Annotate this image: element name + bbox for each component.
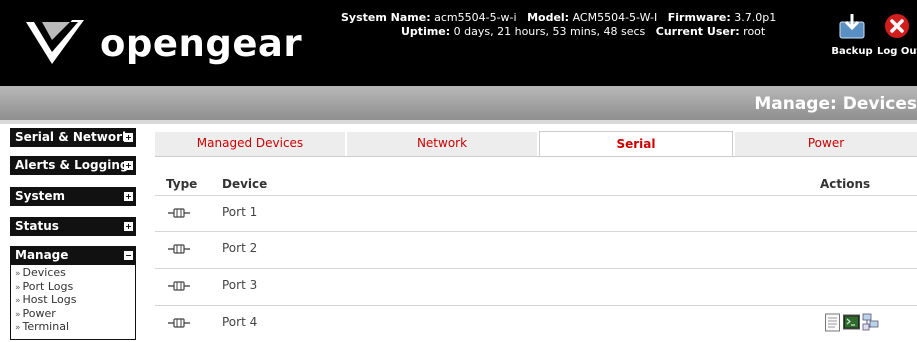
- column-header-actions: Actions: [820, 177, 871, 191]
- sidebar-section-label: Serial & Network: [15, 130, 130, 144]
- logout-label: Log Out: [877, 46, 917, 57]
- sidebar-section-manage[interactable]: Manage −: [10, 246, 136, 265]
- row-divider: [155, 195, 917, 196]
- expand-icon[interactable]: +: [124, 192, 133, 201]
- sidebar-section-label: Status: [15, 219, 59, 233]
- device-name[interactable]: Port 1: [222, 205, 257, 219]
- sidebar-item-label: Power: [22, 306, 56, 320]
- sidebar-item-power[interactable]: » Power: [15, 306, 135, 322]
- sidebar-item-label: Devices: [22, 266, 66, 279]
- bullet-icon: »: [15, 269, 21, 279]
- backup-button[interactable]: Backup: [829, 12, 875, 57]
- title-bar: Manage: Devices: [0, 86, 917, 120]
- firmware-label: Firmware:: [667, 11, 731, 24]
- system-info-line-2: Uptime: 0 days, 21 hours, 53 mins, 48 se…: [401, 25, 765, 39]
- sidebar-item-host-logs[interactable]: » Host Logs: [15, 293, 135, 308]
- sidebar-item-label: Port Logs: [22, 279, 74, 293]
- network-computers-icon[interactable]: [862, 313, 879, 332]
- logout-button[interactable]: Log Out: [877, 12, 917, 57]
- opengear-logo-icon: [26, 20, 84, 64]
- current-user-label: Current User:: [655, 25, 740, 38]
- system-name-label: System Name:: [341, 11, 431, 24]
- bullet-icon: »: [15, 282, 21, 293]
- bullet-icon: »: [15, 296, 21, 306]
- device-name[interactable]: Port 4: [222, 315, 257, 329]
- tab-managed-devices[interactable]: Managed Devices: [155, 132, 345, 156]
- column-header-device: Device: [222, 177, 268, 191]
- expand-icon[interactable]: +: [124, 222, 133, 231]
- tab-label: Power: [807, 136, 845, 150]
- sidebar-section-serial-network[interactable]: Serial & Network +: [10, 128, 136, 147]
- tab-serial[interactable]: Serial: [539, 131, 733, 157]
- row-divider: [155, 231, 917, 232]
- serial-port-icon: [168, 244, 190, 254]
- sidebar-section-alerts-logging[interactable]: Alerts & Logging +: [10, 156, 136, 175]
- page-title: Manage: Devices: [754, 94, 917, 114]
- sidebar-section-label: Alerts & Logging: [15, 158, 129, 172]
- collapse-icon[interactable]: −: [124, 251, 133, 260]
- opengear-logo[interactable]: opengear: [22, 14, 302, 70]
- terminal-icon[interactable]: [843, 313, 860, 332]
- sidebar-item-port-logs[interactable]: » Port Logs: [15, 279, 135, 295]
- tab-label: Managed Devices: [196, 136, 304, 150]
- device-name[interactable]: Port 2: [222, 241, 257, 255]
- sidebar-section-label: System: [15, 189, 65, 203]
- tab-underline: [155, 156, 917, 157]
- column-header-type: Type: [166, 177, 198, 191]
- row-divider: [155, 305, 917, 306]
- serial-port-icon: [168, 208, 190, 218]
- backup-label: Backup: [831, 46, 873, 57]
- model-value: ACM5504-5-W-I: [572, 11, 658, 24]
- uptime-value: 0 days, 21 hours, 53 mins, 48 secs: [453, 25, 646, 38]
- log-document-icon[interactable]: [824, 313, 841, 332]
- bullet-icon: »: [15, 309, 21, 320]
- row-divider: [155, 268, 917, 269]
- system-name-value: acm5504-5-w-i: [434, 11, 517, 24]
- firmware-value: 3.7.0p1: [734, 11, 777, 24]
- device-name[interactable]: Port 3: [222, 278, 257, 292]
- tab-bar: Managed Devices Network Serial Power: [155, 131, 917, 157]
- sidebar-section-system[interactable]: System +: [10, 187, 136, 206]
- sidebar-section-status[interactable]: Status +: [10, 217, 136, 236]
- sidebar-item-label: Terminal: [22, 320, 70, 333]
- close-icon: [885, 14, 909, 38]
- model-label: Model:: [527, 11, 570, 24]
- tab-label: Serial: [616, 137, 656, 151]
- sidebar-section-label: Manage: [15, 248, 69, 262]
- tab-network[interactable]: Network: [347, 132, 537, 156]
- sidebar-item-devices[interactable]: » Devices: [15, 266, 135, 281]
- sidebar-item-terminal[interactable]: » Terminal: [15, 320, 135, 335]
- current-user-value: root: [743, 25, 766, 38]
- manage-submenu: » Devices » Port Logs » Host Logs » Power » T…: [10, 264, 136, 340]
- bullet-icon: »: [15, 323, 21, 333]
- backup-icon: [839, 14, 865, 39]
- tab-power[interactable]: Power: [735, 132, 917, 156]
- system-info-line-1: System Name: acm5504-5-w-i Model: ACM550…: [341, 11, 776, 25]
- title-subbar: [0, 120, 917, 124]
- sidebar-item-label: Host Logs: [22, 293, 77, 306]
- logo-text: opengear: [100, 22, 303, 65]
- tab-label: Network: [416, 136, 468, 150]
- serial-port-icon: [168, 318, 190, 328]
- expand-icon[interactable]: +: [124, 133, 133, 142]
- serial-port-icon: [168, 281, 190, 291]
- header: opengear System Name: acm5504-5-w-i Mode…: [0, 0, 917, 86]
- expand-icon[interactable]: +: [124, 161, 133, 170]
- uptime-label: Uptime:: [401, 25, 451, 38]
